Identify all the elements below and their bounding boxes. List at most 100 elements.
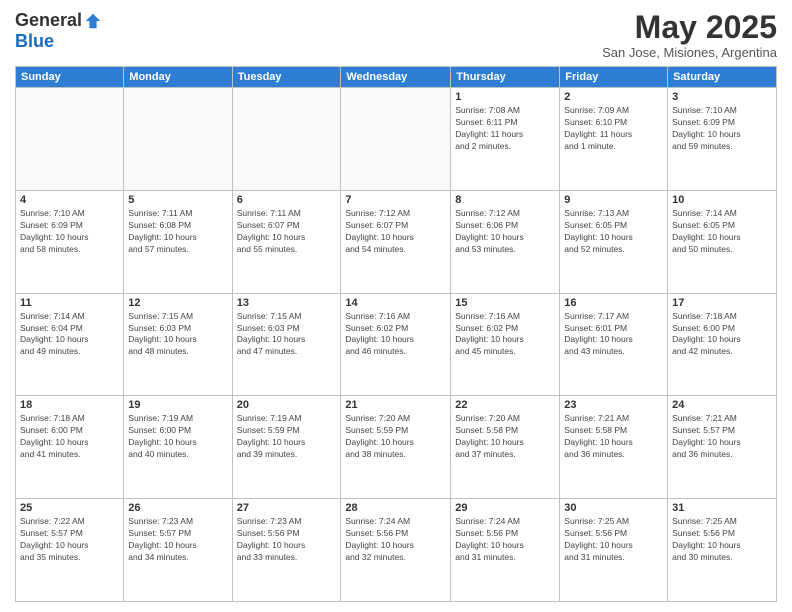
calendar-cell: 7 Sunrise: 7:12 AMSunset: 6:07 PMDaylight…: [341, 190, 451, 293]
day-info: Sunrise: 7:18 AMSunset: 6:00 PMDaylight:…: [20, 413, 119, 461]
calendar-cell: 14 Sunrise: 7:16 AMSunset: 6:02 PMDayligh…: [341, 293, 451, 396]
calendar-cell: 22Sunrise: 7:20 AMSunset: 5:58 PMDayligh…: [451, 396, 560, 499]
day-number: 4: [20, 194, 119, 206]
day-info: Sunrise: 7:15 AMSunset: 6:03 PMDaylight:…: [237, 311, 337, 359]
calendar-cell: 9 Sunrise: 7:13 AMSunset: 6:05 PMDaylight…: [560, 190, 668, 293]
calendar-cell: 27Sunrise: 7:23 AMSunset: 5:56 PMDayligh…: [232, 499, 341, 602]
day-number: 13: [237, 297, 337, 309]
header-sunday: Sunday: [16, 67, 124, 88]
day-info: Sunrise: 7:11 AMSunset: 6:08 PMDaylight:…: [128, 208, 227, 256]
day-number: 31: [672, 502, 772, 514]
day-number: 23: [564, 399, 663, 411]
day-number: 9: [564, 194, 663, 206]
calendar-cell: [232, 88, 341, 191]
day-info: Sunrise: 7:14 AMSunset: 6:05 PMDaylight:…: [672, 208, 772, 256]
day-info: Sunrise: 7:22 AMSunset: 5:57 PMDaylight:…: [20, 516, 119, 564]
header-row: Sunday Monday Tuesday Wednesday Thursday…: [16, 67, 777, 88]
day-number: 8: [455, 194, 555, 206]
day-number: 25: [20, 502, 119, 514]
day-info: Sunrise: 7:23 AMSunset: 5:57 PMDaylight:…: [128, 516, 227, 564]
day-info: Sunrise: 7:25 AMSunset: 5:56 PMDaylight:…: [564, 516, 663, 564]
day-info: Sunrise: 7:23 AMSunset: 5:56 PMDaylight:…: [237, 516, 337, 564]
calendar-cell: 10 Sunrise: 7:14 AMSunset: 6:05 PMDayligh…: [668, 190, 777, 293]
calendar-cell: [16, 88, 124, 191]
calendar-cell: 21 Sunrise: 7:20 AMSunset: 5:59 PMDayligh…: [341, 396, 451, 499]
calendar-cell: 19 Sunrise: 7:19 AMSunset: 6:00 PMDayligh…: [124, 396, 232, 499]
calendar-cell: 31 Sunrise: 7:25 AMSunset: 5:56 PMDayligh…: [668, 499, 777, 602]
calendar-cell: 15 Sunrise: 7:16 AMSunset: 6:02 PMDayligh…: [451, 293, 560, 396]
week-row-4: 18 Sunrise: 7:18 AMSunset: 6:00 PMDayligh…: [16, 396, 777, 499]
day-number: 10: [672, 194, 772, 206]
calendar-cell: [124, 88, 232, 191]
day-number: 19: [128, 399, 227, 411]
day-number: 14: [345, 297, 446, 309]
calendar-cell: 26Sunrise: 7:23 AMSunset: 5:57 PMDayligh…: [124, 499, 232, 602]
day-info: Sunrise: 7:10 AMSunset: 6:09 PMDaylight:…: [20, 208, 119, 256]
day-number: 11: [20, 297, 119, 309]
calendar-cell: 16 Sunrise: 7:17 AMSunset: 6:01 PMDayligh…: [560, 293, 668, 396]
calendar-cell: 8 Sunrise: 7:12 AMSunset: 6:06 PMDaylight…: [451, 190, 560, 293]
title-block: May 2025 San Jose, Misiones, Argentina: [602, 10, 777, 60]
day-info: Sunrise: 7:24 AMSunset: 5:56 PMDaylight:…: [455, 516, 555, 564]
day-number: 15: [455, 297, 555, 309]
header-monday: Monday: [124, 67, 232, 88]
logo: General Blue: [15, 10, 102, 52]
day-number: 2: [564, 91, 663, 103]
day-number: 30: [564, 502, 663, 514]
day-info: Sunrise: 7:16 AMSunset: 6:02 PMDaylight:…: [455, 311, 555, 359]
day-info: Sunrise: 7:19 AMSunset: 6:00 PMDaylight:…: [128, 413, 227, 461]
day-info: Sunrise: 7:16 AMSunset: 6:02 PMDaylight:…: [345, 311, 446, 359]
logo-icon: [84, 12, 102, 30]
week-row-3: 11Sunrise: 7:14 AMSunset: 6:04 PMDayligh…: [16, 293, 777, 396]
logo-blue: Blue: [15, 31, 54, 52]
day-info: Sunrise: 7:24 AMSunset: 5:56 PMDaylight:…: [345, 516, 446, 564]
calendar-table: Sunday Monday Tuesday Wednesday Thursday…: [15, 66, 777, 602]
day-info: Sunrise: 7:21 AMSunset: 5:58 PMDaylight:…: [564, 413, 663, 461]
logo-general: General: [15, 10, 82, 31]
day-number: 3: [672, 91, 772, 103]
calendar-cell: 4 Sunrise: 7:10 AMSunset: 6:09 PMDaylight…: [16, 190, 124, 293]
day-number: 21: [345, 399, 446, 411]
calendar-cell: 5Sunrise: 7:11 AMSunset: 6:08 PMDaylight…: [124, 190, 232, 293]
day-number: 7: [345, 194, 446, 206]
day-info: Sunrise: 7:25 AMSunset: 5:56 PMDaylight:…: [672, 516, 772, 564]
header-tuesday: Tuesday: [232, 67, 341, 88]
calendar-cell: 30 Sunrise: 7:25 AMSunset: 5:56 PMDayligh…: [560, 499, 668, 602]
header-wednesday: Wednesday: [341, 67, 451, 88]
calendar-cell: 17Sunrise: 7:18 AMSunset: 6:00 PMDayligh…: [668, 293, 777, 396]
calendar-cell: 20Sunrise: 7:19 AMSunset: 5:59 PMDayligh…: [232, 396, 341, 499]
day-info: Sunrise: 7:12 AMSunset: 6:07 PMDaylight:…: [345, 208, 446, 256]
day-number: 18: [20, 399, 119, 411]
calendar-cell: 1Sunrise: 7:08 AMSunset: 6:11 PMDaylight…: [451, 88, 560, 191]
day-info: Sunrise: 7:09 AMSunset: 6:10 PMDaylight:…: [564, 105, 663, 153]
day-number: 17: [672, 297, 772, 309]
calendar-cell: 13 Sunrise: 7:15 AMSunset: 6:03 PMDayligh…: [232, 293, 341, 396]
day-info: Sunrise: 7:10 AMSunset: 6:09 PMDaylight:…: [672, 105, 772, 153]
calendar-cell: 18 Sunrise: 7:18 AMSunset: 6:00 PMDayligh…: [16, 396, 124, 499]
day-number: 29: [455, 502, 555, 514]
day-info: Sunrise: 7:19 AMSunset: 5:59 PMDaylight:…: [237, 413, 337, 461]
calendar-cell: 3 Sunrise: 7:10 AMSunset: 6:09 PMDaylight…: [668, 88, 777, 191]
calendar-cell: 28 Sunrise: 7:24 AMSunset: 5:56 PMDayligh…: [341, 499, 451, 602]
day-number: 6: [237, 194, 337, 206]
day-number: 28: [345, 502, 446, 514]
calendar-cell: 6Sunrise: 7:11 AMSunset: 6:07 PMDaylight…: [232, 190, 341, 293]
calendar-header: Sunday Monday Tuesday Wednesday Thursday…: [16, 67, 777, 88]
header: General Blue May 2025 San Jose, Misiones…: [15, 10, 777, 60]
location: San Jose, Misiones, Argentina: [602, 45, 777, 60]
day-number: 12: [128, 297, 227, 309]
page: General Blue May 2025 San Jose, Misiones…: [0, 0, 792, 612]
day-number: 22: [455, 399, 555, 411]
day-info: Sunrise: 7:20 AMSunset: 5:59 PMDaylight:…: [345, 413, 446, 461]
day-info: Sunrise: 7:21 AMSunset: 5:57 PMDaylight:…: [672, 413, 772, 461]
header-friday: Friday: [560, 67, 668, 88]
calendar-cell: 2 Sunrise: 7:09 AMSunset: 6:10 PMDaylight…: [560, 88, 668, 191]
day-info: Sunrise: 7:13 AMSunset: 6:05 PMDaylight:…: [564, 208, 663, 256]
day-info: Sunrise: 7:08 AMSunset: 6:11 PMDaylight:…: [455, 105, 555, 153]
day-info: Sunrise: 7:17 AMSunset: 6:01 PMDaylight:…: [564, 311, 663, 359]
day-info: Sunrise: 7:12 AMSunset: 6:06 PMDaylight:…: [455, 208, 555, 256]
calendar-cell: 23 Sunrise: 7:21 AMSunset: 5:58 PMDayligh…: [560, 396, 668, 499]
day-number: 24: [672, 399, 772, 411]
calendar-cell: 12Sunrise: 7:15 AMSunset: 6:03 PMDayligh…: [124, 293, 232, 396]
day-number: 16: [564, 297, 663, 309]
